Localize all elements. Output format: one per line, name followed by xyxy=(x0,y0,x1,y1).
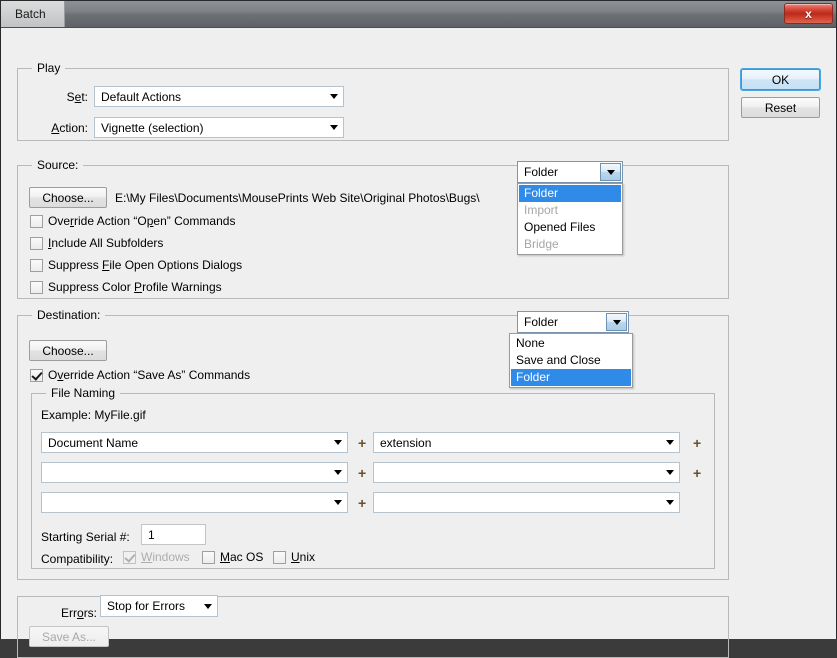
action-combo-value: Vignette (selection) xyxy=(101,120,204,135)
checkbox-label: Suppress File Open Options Dialogs xyxy=(48,258,243,272)
file-naming-field-5[interactable] xyxy=(41,492,348,513)
chevron-down-icon xyxy=(329,440,347,445)
checkbox-box xyxy=(30,258,43,272)
set-combo-value: Default Actions xyxy=(101,89,182,104)
checkbox-label: Override Action “Open” Commands xyxy=(48,214,236,228)
checkbox-include-subfolders[interactable]: Include All Subfolders xyxy=(30,236,163,250)
dropdown-item[interactable]: None xyxy=(511,335,631,352)
source-path-text: E:\My Files\Documents\MousePrints Web Si… xyxy=(115,191,480,205)
chevron-down-icon xyxy=(329,470,347,475)
title-tab: Batch xyxy=(1,1,65,27)
checkbox-compat-windows: Windows xyxy=(123,550,190,564)
checkbox-override-save-as[interactable]: Override Action “Save As” Commands xyxy=(30,368,250,382)
ok-button-label: OK xyxy=(771,72,790,87)
destination-choose-button[interactable]: Choose... xyxy=(29,340,107,361)
close-icon: x xyxy=(805,6,812,21)
compatibility-label: Compatibility: xyxy=(41,552,114,566)
source-choose-button[interactable]: Choose... xyxy=(29,187,107,208)
dropdown-item[interactable]: Save and Close xyxy=(511,352,631,369)
checkbox-suppress-color-profile[interactable]: Suppress Color Profile Warnings xyxy=(30,280,222,294)
file-naming-field-2[interactable]: extension xyxy=(373,432,680,453)
plus-icon: + xyxy=(693,435,702,451)
starting-serial-label: Starting Serial #: xyxy=(41,530,130,544)
chevron-down-icon xyxy=(661,470,679,475)
source-group-title: Source: xyxy=(32,158,84,172)
destination-type-combo[interactable]: Folder xyxy=(517,311,629,333)
close-button[interactable]: x xyxy=(784,3,833,24)
checkbox-label: Mac OS xyxy=(220,550,264,564)
title-bar: Batch x xyxy=(1,1,836,28)
chevron-down-icon xyxy=(199,603,217,609)
save-as-button: Save As... xyxy=(29,626,109,647)
checkbox-box xyxy=(30,236,43,250)
chevron-down-icon xyxy=(600,163,621,181)
errors-label: Errors: xyxy=(57,606,102,620)
dropdown-item: Import xyxy=(524,203,559,217)
checkbox-compat-unix[interactable]: Unix xyxy=(273,550,315,564)
starting-serial-value: 1 xyxy=(148,527,155,542)
play-group-title: Play xyxy=(32,61,66,75)
errors-combo-value: Stop for Errors xyxy=(107,599,186,613)
file-naming-field-4[interactable] xyxy=(373,462,680,483)
source-type-dropdown-list[interactable]: Folder Import Opened Files Bridge xyxy=(517,183,623,255)
checkbox-label: Include All Subfolders xyxy=(48,236,164,250)
plus-icon: + xyxy=(358,465,367,481)
checkbox-box xyxy=(273,550,286,564)
chevron-down-icon xyxy=(329,500,347,505)
file-naming-field-2-value: extension xyxy=(380,435,432,450)
file-naming-field-1-value: Document Name xyxy=(48,435,139,450)
action-label: Action: xyxy=(51,121,88,135)
dropdown-item[interactable]: Folder xyxy=(519,185,621,202)
ok-button[interactable]: OK xyxy=(741,69,820,90)
chevron-down-icon xyxy=(325,94,343,99)
checkbox-label: Windows xyxy=(141,550,190,564)
starting-serial-input[interactable]: 1 xyxy=(141,524,206,545)
reset-button-label: Reset xyxy=(764,100,797,115)
errors-combo[interactable]: Stop for Errors xyxy=(100,595,218,617)
batch-dialog-window: Batch x OK Reset Play Set: Default Actio… xyxy=(0,0,837,658)
chevron-down-icon xyxy=(606,313,627,331)
dropdown-item: Bridge xyxy=(524,237,559,251)
action-combo[interactable]: Vignette (selection) xyxy=(94,117,344,138)
source-type-combo[interactable]: Folder xyxy=(517,161,623,183)
destination-choose-label: Choose... xyxy=(42,343,94,358)
chevron-down-icon xyxy=(661,440,679,445)
destination-type-dropdown-list[interactable]: None Save and Close Folder xyxy=(509,333,633,388)
destination-group-title: Destination: xyxy=(32,308,106,322)
source-type-value: Folder xyxy=(524,165,559,179)
checkbox-override-open[interactable]: Override Action “Open” Commands xyxy=(30,214,235,228)
plus-icon: + xyxy=(358,495,367,511)
set-label: Set: xyxy=(66,90,88,104)
file-naming-example: Example: MyFile.gif xyxy=(41,408,146,422)
plus-icon: + xyxy=(693,465,702,481)
checkbox-label: Override Action “Save As” Commands xyxy=(48,368,251,382)
file-naming-field-1[interactable]: Document Name xyxy=(41,432,348,453)
checkbox-box xyxy=(30,368,43,382)
checkbox-box xyxy=(202,550,215,564)
set-combo[interactable]: Default Actions xyxy=(94,86,344,107)
checkbox-box xyxy=(123,550,136,564)
source-choose-label: Choose... xyxy=(42,190,94,205)
dialog-body: OK Reset Play Set: Default Actions Actio… xyxy=(1,28,836,658)
file-naming-group-title: File Naming xyxy=(46,386,121,400)
chevron-down-icon xyxy=(661,500,679,505)
reset-button[interactable]: Reset xyxy=(741,97,820,118)
dropdown-item[interactable]: Folder xyxy=(511,369,631,386)
window-title: Batch xyxy=(15,7,46,21)
file-naming-field-3[interactable] xyxy=(41,462,348,483)
dropdown-item[interactable]: Opened Files xyxy=(519,219,621,236)
checkbox-box xyxy=(30,214,43,228)
destination-type-value: Folder xyxy=(524,315,559,329)
file-naming-field-6[interactable] xyxy=(373,492,680,513)
plus-icon: + xyxy=(358,435,367,451)
checkbox-label: Unix xyxy=(291,550,316,564)
checkbox-box xyxy=(30,280,43,294)
save-as-button-label: Save As... xyxy=(41,629,97,644)
checkbox-compat-macos[interactable]: Mac OS xyxy=(202,550,263,564)
checkbox-suppress-file-open[interactable]: Suppress File Open Options Dialogs xyxy=(30,258,242,272)
checkbox-label: Suppress Color Profile Warnings xyxy=(48,280,222,294)
chevron-down-icon xyxy=(325,125,343,130)
